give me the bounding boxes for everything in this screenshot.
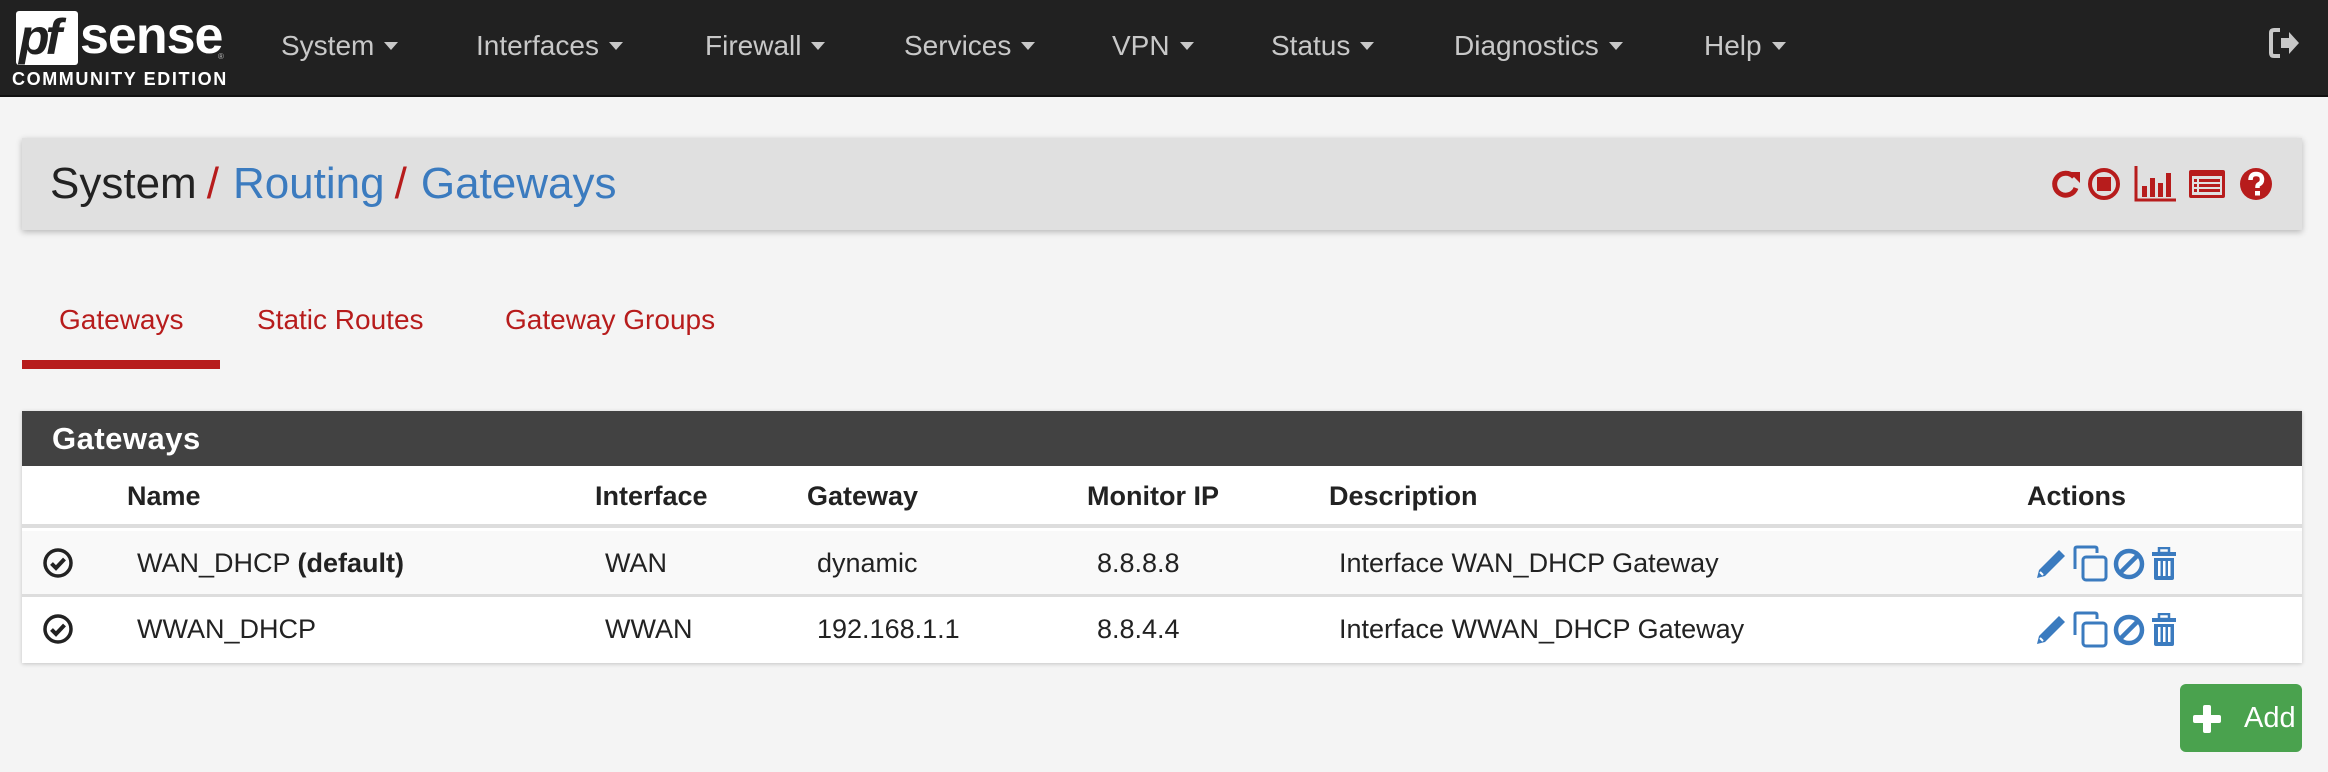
logo-mark: pf	[19, 9, 62, 65]
nav-menu-label: Interfaces	[476, 30, 599, 61]
breadcrumb-routing[interactable]: Routing	[233, 159, 385, 208]
breadcrumb-separator: /	[394, 159, 407, 208]
nav-menu-label: Diagnostics	[1454, 30, 1599, 61]
gateway-monitor-ip: 8.8.4.4	[1097, 614, 1180, 644]
caret-down-icon	[1608, 41, 1623, 50]
default-badge: (default)	[297, 548, 405, 578]
pfsense-logo[interactable]: pf sense ® COMMUNITY EDITION	[10, 6, 226, 90]
add-gateway-button[interactable]: Add	[2180, 684, 2302, 752]
panel-title: Gateways	[52, 421, 201, 456]
gateway-name: WAN_DHCP (default)	[137, 545, 404, 581]
panel-heading: Gateways	[22, 411, 2302, 466]
gateway-monitor-ip: 8.8.8.8	[1097, 548, 1180, 578]
nav-menu-interfaces[interactable]: Interfaces	[476, 26, 623, 66]
gateway-address: dynamic	[817, 548, 918, 578]
nav-menu-label: System	[281, 30, 375, 61]
breadcrumb-bar: System / Routing / Gateways	[22, 138, 2302, 230]
breadcrumb-system: System	[50, 159, 197, 208]
help-icon[interactable]	[2238, 166, 2274, 202]
nav-menu-diagnostics[interactable]: Diagnostics	[1454, 26, 1623, 66]
check-circle-icon	[42, 613, 74, 645]
column-header-name[interactable]: Name	[127, 478, 201, 514]
gateway-address: 192.168.1.1	[817, 614, 960, 644]
caret-down-icon	[1179, 41, 1194, 50]
copy-icon[interactable]	[2071, 545, 2109, 588]
table-row[interactable]: WAN_DHCP (default) WAN dynamic 8.8.8.8 I…	[22, 531, 2302, 597]
column-header-gateway[interactable]: Gateway	[807, 478, 918, 514]
edit-icon[interactable]	[2035, 547, 2067, 586]
logo-registered: ®	[218, 52, 224, 61]
tab-gateways[interactable]: Gateways	[22, 300, 220, 370]
edit-icon[interactable]	[2035, 613, 2067, 652]
disable-icon[interactable]	[2113, 548, 2145, 585]
table-row[interactable]: WWAN_DHCP WWAN 192.168.1.1 8.8.4.4 Inter…	[22, 597, 2302, 663]
breadcrumb-gateways[interactable]: Gateways	[421, 159, 617, 208]
delete-icon[interactable]	[2149, 546, 2179, 586]
tab-gateway-groups[interactable]: Gateway Groups	[468, 300, 728, 370]
top-navbar: pf sense ® COMMUNITY EDITION System Inte…	[0, 0, 2328, 97]
nav-menu-services[interactable]: Services	[904, 26, 1036, 66]
gateway-interface: WWAN	[605, 614, 693, 644]
nav-menu-label: Services	[904, 30, 1012, 61]
logo-edition: COMMUNITY EDITION	[12, 69, 228, 89]
nav-menu-firewall[interactable]: Firewall	[705, 26, 826, 66]
row-actions	[2035, 545, 2179, 588]
gateway-description: Interface WAN_DHCP Gateway	[1339, 548, 1719, 578]
list-alt-icon[interactable]	[2188, 166, 2226, 202]
disable-icon[interactable]	[2113, 614, 2145, 651]
nav-menu-label: Status	[1271, 30, 1351, 61]
add-button-label: Add	[2244, 702, 2296, 734]
column-header-monitor-ip[interactable]: Monitor IP	[1087, 478, 1219, 514]
breadcrumb-separator: /	[206, 159, 219, 208]
tab-label: Static Routes	[257, 304, 424, 335]
gateways-panel: Gateways Name Interface Gateway Monitor …	[22, 411, 2302, 663]
nav-menu-label: Firewall	[705, 30, 802, 61]
bar-chart-icon[interactable]	[2134, 166, 2176, 202]
logo-wordmark: sense	[80, 7, 223, 65]
copy-icon[interactable]	[2071, 611, 2109, 654]
caret-down-icon	[1360, 41, 1375, 50]
caret-down-icon	[384, 41, 399, 50]
row-actions	[2035, 611, 2179, 654]
caret-down-icon	[1771, 41, 1786, 50]
sign-out-icon[interactable]	[2268, 26, 2302, 60]
active-tab-indicator	[22, 360, 220, 369]
gateway-name: WWAN_DHCP	[137, 614, 316, 644]
nav-menu-label: Help	[1704, 30, 1762, 61]
nav-menu-status[interactable]: Status	[1271, 26, 1375, 66]
caret-down-icon	[811, 41, 826, 50]
nav-menu-help[interactable]: Help	[1704, 26, 1786, 66]
plus-icon	[2192, 704, 2222, 734]
tab-label: Gateways	[59, 304, 184, 335]
breadcrumb: System / Routing / Gateways	[50, 156, 616, 212]
column-header-description[interactable]: Description	[1329, 478, 1478, 514]
tab-static-routes[interactable]: Static Routes	[220, 300, 440, 370]
gateway-interface: WAN	[605, 548, 667, 578]
table-header: Name Interface Gateway Monitor IP Descri…	[22, 466, 2302, 528]
check-circle-icon	[42, 547, 74, 579]
nav-menu-label: VPN	[1112, 30, 1170, 61]
gateway-name-text: WAN_DHCP	[137, 548, 291, 578]
nav-menu-vpn[interactable]: VPN	[1112, 26, 1194, 66]
tab-label: Gateway Groups	[505, 304, 716, 335]
caret-down-icon	[608, 41, 623, 50]
gateway-description: Interface WWAN_DHCP Gateway	[1339, 614, 1745, 644]
delete-icon[interactable]	[2149, 612, 2179, 652]
caret-down-icon	[1021, 41, 1036, 50]
column-header-interface[interactable]: Interface	[595, 478, 708, 514]
breadcrumb-shortcuts	[2050, 166, 2274, 202]
nav-menu-system[interactable]: System	[281, 26, 399, 66]
column-header-actions: Actions	[2027, 481, 2127, 511]
reload-icon[interactable]	[2050, 166, 2082, 202]
stop-icon[interactable]	[2086, 166, 2122, 202]
